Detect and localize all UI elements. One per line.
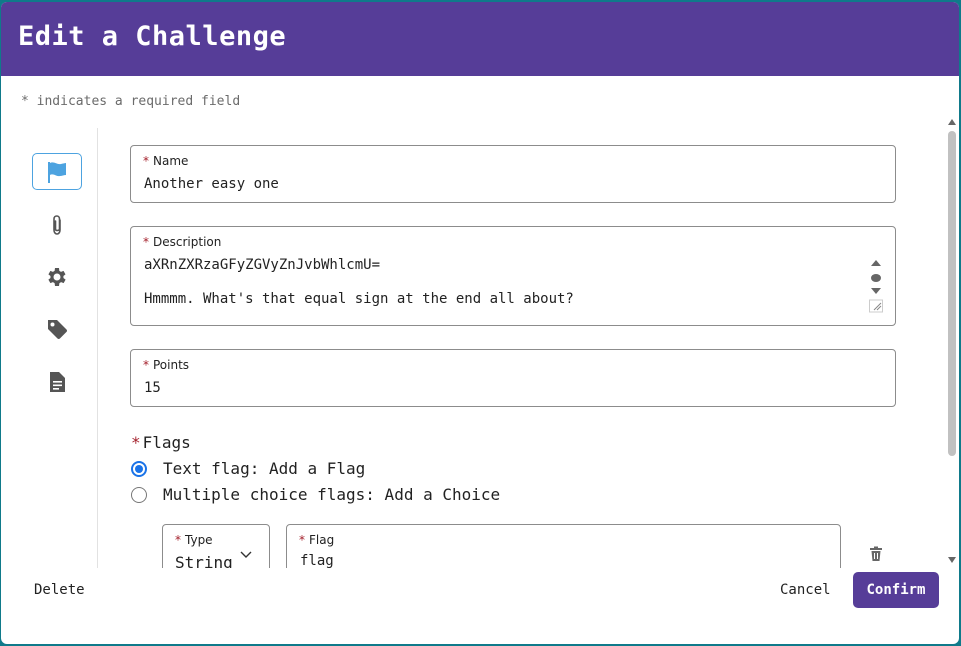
chevron-down-icon [240, 551, 252, 558]
document-icon [50, 371, 65, 392]
required-field-note: * indicates a required field [21, 94, 240, 109]
radio-multiple-choice[interactable]: Multiple choice flags: Add a Choice [131, 485, 500, 504]
nav-item-files[interactable] [32, 363, 82, 400]
required-note-text: indicates a required field [36, 94, 241, 109]
name-field[interactable]: * Name Another easy one [130, 145, 896, 203]
scroll-up-icon[interactable] [947, 118, 957, 126]
gear-icon [48, 267, 66, 286]
flag-value-input[interactable]: flag [300, 553, 334, 568]
description-label: * Description [143, 235, 222, 249]
dialog-title: Edit a Challenge [18, 21, 287, 52]
name-input-value[interactable]: Another easy one [144, 176, 279, 192]
nav-item-attachments[interactable] [32, 206, 82, 243]
nav-item-settings[interactable] [32, 258, 82, 295]
delete-button[interactable]: Delete [34, 582, 85, 598]
confirm-button[interactable]: Confirm [853, 572, 939, 608]
points-field[interactable]: * Points 15 [130, 349, 896, 407]
tag-icon [48, 319, 68, 339]
radio-text-flag[interactable]: Text flag: Add a Flag [131, 459, 365, 478]
textarea-scroll-icon [869, 260, 883, 313]
form-content: * Name Another easy one * Description aXRn… [99, 128, 944, 568]
description-line-2[interactable]: Hmmmm. What's that equal sign at the end… [144, 291, 574, 307]
nav-item-flags[interactable] [32, 153, 82, 190]
flag-type-label: * Type [175, 533, 213, 547]
radio-text-flag-button[interactable] [131, 460, 147, 477]
dialog-header: Edit a Challenge [1, 2, 959, 76]
radio-multiple-choice-button[interactable] [131, 486, 147, 503]
nav-item-tags[interactable] [32, 310, 82, 347]
edit-challenge-dialog: Edit a Challenge * indicates a required … [1, 2, 959, 644]
name-label: * Name [143, 154, 189, 168]
flag-type-value: String [175, 553, 233, 568]
flag-value-label: * Flag [299, 533, 335, 547]
trash-icon [870, 546, 882, 561]
required-star: * [21, 94, 29, 109]
radio-text-flag-label: Text flag: Add a Flag [163, 459, 366, 478]
radio-multiple-choice-label: Multiple choice flags: Add a Choice [163, 485, 501, 504]
content-scrollbar[interactable] [946, 118, 958, 570]
flag-value-field[interactable]: * Flag flag [286, 524, 841, 568]
flag-icon [48, 161, 66, 183]
scroll-down-icon[interactable] [947, 556, 957, 564]
description-line-1[interactable]: aXRnZXRzaGFyZGVyZnJvbWhlcmU= [144, 257, 380, 273]
paperclip-icon [53, 214, 61, 235]
points-label: * Points [143, 358, 190, 372]
delete-flag-button[interactable] [869, 546, 883, 566]
points-input-value[interactable]: 15 [144, 380, 161, 396]
section-nav [1, 128, 98, 568]
textarea-scroll-controls[interactable] [869, 257, 883, 313]
flags-heading: * Flags [131, 433, 191, 452]
description-field[interactable]: * Description aXRnZXRzaGFyZGVyZnJvbWhlcmU… [130, 226, 896, 326]
scrollbar-thumb[interactable] [948, 131, 956, 456]
flag-type-select[interactable]: * Type String [162, 524, 270, 568]
cancel-button[interactable]: Cancel [780, 582, 831, 598]
